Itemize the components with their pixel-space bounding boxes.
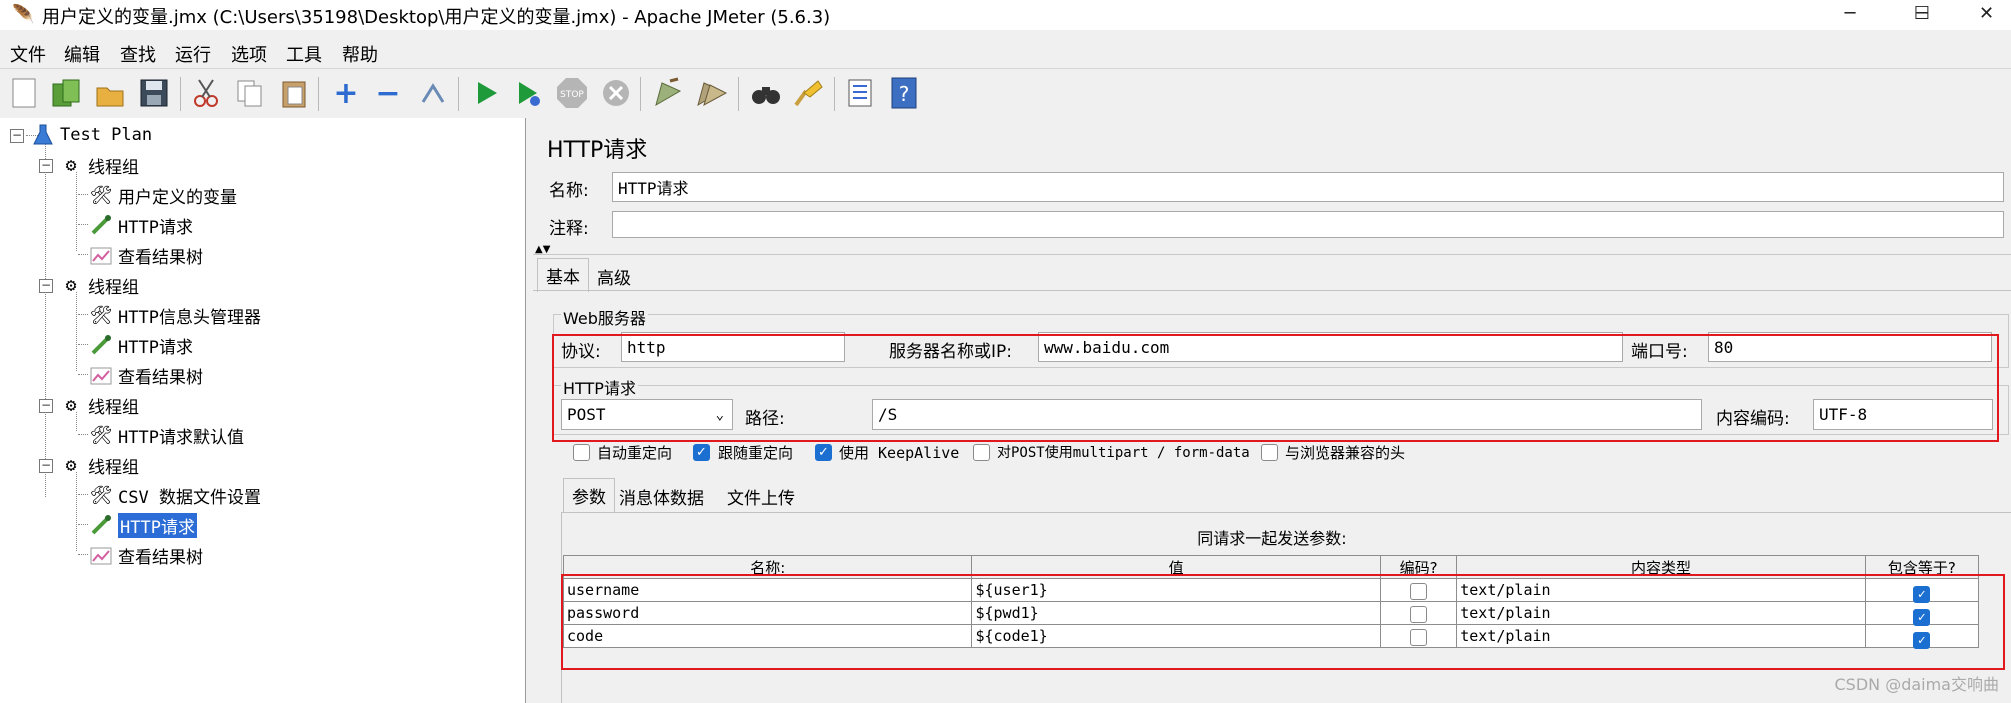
tree-item-http-request[interactable]: HTTP请求 — [88, 332, 193, 358]
watermark: CSDN @daima交响曲 — [1834, 675, 1999, 694]
chart-icon — [88, 242, 114, 268]
gear-icon: ⚙ — [65, 454, 77, 476]
expand-all-icon[interactable]: + — [328, 75, 364, 111]
tree-item-http-request-defaults[interactable]: 🛠 HTTP请求默认值 — [88, 422, 244, 448]
clear-icon[interactable] — [650, 75, 686, 111]
clear-all-icon[interactable] — [694, 75, 730, 111]
collapse-toggle[interactable]: − — [39, 159, 53, 173]
reset-search-icon[interactable] — [790, 75, 826, 111]
shutdown-icon[interactable] — [598, 75, 634, 111]
tab-files-upload[interactable]: 文件上传 — [719, 480, 803, 513]
tab-advanced[interactable]: 高级 — [589, 260, 639, 293]
collapse-all-icon[interactable]: − — [370, 75, 406, 111]
tab-parameters[interactable]: 参数 — [563, 478, 615, 512]
close-button[interactable]: ✕ — [1962, 0, 2011, 30]
panel-heading: HTTP请求 — [547, 138, 648, 163]
pipette-icon — [88, 332, 114, 358]
parameters-highlight — [561, 574, 2005, 670]
pipette-icon — [88, 512, 114, 538]
tree-item-http-request-selected[interactable]: HTTP请求 — [88, 512, 197, 538]
browser-compatible-headers-checkbox[interactable] — [1261, 444, 1278, 461]
browser-compatible-headers-label: 与浏览器兼容的头 — [1285, 444, 1406, 462]
menu-edit[interactable]: 编辑 — [64, 41, 100, 67]
new-icon[interactable] — [6, 75, 42, 111]
menu-tools[interactable]: 工具 — [286, 41, 322, 67]
tree-item-thread-group[interactable]: ⚙ 线程组 — [58, 272, 139, 298]
collapse-toggle[interactable]: − — [39, 279, 53, 293]
tree-item-thread-group[interactable]: ⚙ 线程组 — [58, 392, 139, 418]
params-caption: 同请求一起发送参数: — [1197, 529, 1347, 548]
auto-redirect-label: 自动重定向 — [597, 444, 673, 462]
multipart-checkbox[interactable] — [973, 444, 990, 461]
menu-search[interactable]: 查找 — [120, 41, 156, 67]
flask-icon — [30, 122, 56, 148]
tree-item-http-header-manager[interactable]: 🛠 HTTP信息头管理器 — [88, 302, 261, 328]
svg-text:STOP: STOP — [560, 90, 584, 100]
name-field[interactable]: HTTP请求 — [612, 172, 2004, 202]
keepalive-checkbox[interactable]: ✓ — [815, 444, 832, 461]
wrench-screwdriver-icon: 🛠 — [89, 424, 113, 446]
follow-redirects-label: 跟随重定向 — [718, 444, 794, 462]
collapse-toggle[interactable]: − — [39, 459, 53, 473]
wrench-screwdriver-icon: 🛠 — [89, 184, 113, 206]
tab-body-data[interactable]: 消息体数据 — [611, 480, 712, 513]
gear-icon: ⚙ — [65, 274, 77, 296]
wrench-screwdriver-icon: 🛠 — [89, 484, 113, 506]
wrench-screwdriver-icon: 🛠 — [89, 304, 113, 326]
window-title: 用户定义的变量.jmx (C:\Users\35198\Desktop\用户定义… — [42, 7, 831, 28]
start-icon[interactable] — [468, 75, 504, 111]
test-plan-tree: − Test Plan − ⚙ 线程组 🛠 用户定义的变量 HTTP请求 查看结… — [0, 118, 526, 703]
toolbar: + − STOP ? — [0, 68, 2011, 117]
menu-run[interactable]: 运行 — [175, 41, 211, 67]
svg-text:?: ? — [899, 82, 910, 106]
maximize-button[interactable]: ☐ — [1892, 0, 1952, 30]
multipart-label: 对POST使用multipart / form-data — [997, 445, 1250, 461]
stop-icon[interactable]: STOP — [554, 75, 590, 111]
function-helper-icon[interactable] — [842, 75, 878, 111]
toggle-icon[interactable] — [414, 75, 450, 111]
pipette-icon — [88, 212, 114, 238]
search-binoculars-icon[interactable] — [748, 75, 784, 111]
help-icon[interactable]: ? — [886, 75, 922, 111]
tree-item-csv-data-set-config[interactable]: 🛠 CSV 数据文件设置 — [88, 482, 261, 508]
tree-item-test-plan[interactable]: Test Plan — [30, 122, 152, 148]
name-label: 名称: — [549, 181, 589, 201]
menu-help[interactable]: 帮助 — [342, 41, 378, 67]
start-no-pauses-icon[interactable] — [510, 75, 546, 111]
templates-icon[interactable] — [48, 75, 84, 111]
web-server-legend: Web服务器 — [561, 305, 648, 329]
comment-field[interactable] — [612, 211, 2004, 238]
chart-icon — [88, 542, 114, 568]
follow-redirects-checkbox[interactable]: ✓ — [693, 444, 710, 461]
collapse-toggle[interactable]: − — [10, 129, 24, 143]
keepalive-label: 使用 KeepAlive — [839, 444, 960, 462]
tree-item-view-results-tree[interactable]: 查看结果树 — [88, 362, 203, 388]
tree-item-thread-group[interactable]: ⚙ 线程组 — [58, 152, 139, 178]
menu-bar: 文件 编辑 查找 运行 选项 工具 帮助 — [0, 38, 2011, 66]
paste-icon[interactable] — [276, 75, 312, 111]
tree-item-view-results-tree[interactable]: 查看结果树 — [88, 242, 203, 268]
copy-icon[interactable] — [232, 75, 268, 111]
tree-item-view-results-tree[interactable]: 查看结果树 — [88, 542, 203, 568]
tree-item-http-request[interactable]: HTTP请求 — [88, 212, 193, 238]
collapse-toggle[interactable]: − — [39, 399, 53, 413]
minimize-button[interactable]: ─ — [1820, 0, 1880, 30]
title-bar: 🪶 用户定义的变量.jmx (C:\Users\35198\Desktop\用户… — [0, 0, 2011, 30]
menu-file[interactable]: 文件 — [10, 41, 46, 67]
comment-label: 注释: — [549, 219, 589, 239]
gear-icon: ⚙ — [65, 394, 77, 416]
server-request-highlight — [552, 334, 1999, 442]
tree-item-user-defined-variables[interactable]: 🛠 用户定义的变量 — [88, 182, 237, 208]
gear-icon: ⚙ — [65, 154, 77, 176]
tab-basic[interactable]: 基本 — [537, 258, 589, 292]
open-icon[interactable] — [92, 75, 128, 111]
tree-item-thread-group[interactable]: ⚙ 线程组 — [58, 452, 139, 478]
jmeter-feather-icon: 🪶 — [12, 4, 35, 25]
cut-icon[interactable] — [188, 75, 224, 111]
chart-icon — [88, 362, 114, 388]
save-icon[interactable] — [136, 75, 172, 111]
menu-options[interactable]: 选项 — [231, 41, 267, 67]
auto-redirect-checkbox[interactable] — [573, 444, 590, 461]
